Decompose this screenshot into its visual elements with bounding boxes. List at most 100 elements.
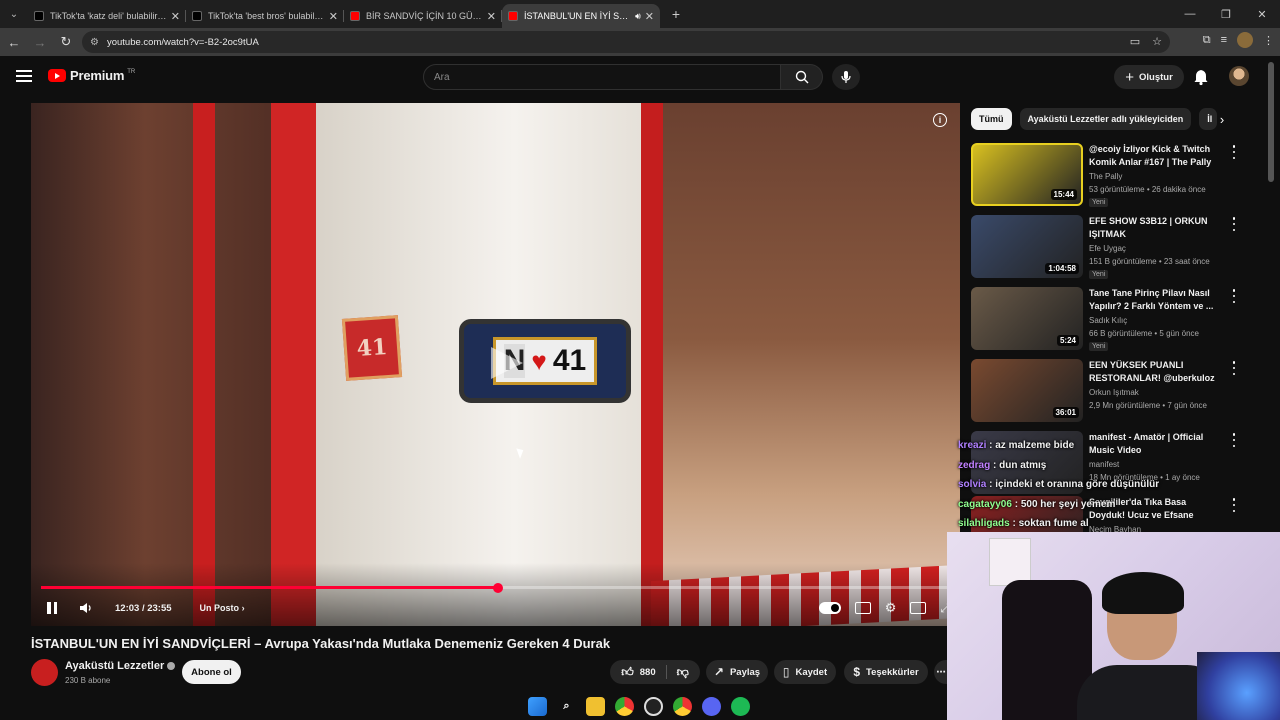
video-thumbnail[interactable]: 15:44 (971, 143, 1083, 206)
obs-icon[interactable] (644, 696, 663, 716)
more-vert-icon[interactable] (1231, 217, 1237, 231)
tab-search-chevron-icon[interactable]: ⌄ (0, 0, 28, 28)
page-scrollbar[interactable] (1268, 62, 1274, 182)
more-vert-icon[interactable] (1231, 498, 1237, 512)
recommended-title[interactable]: @ecoiy İzliyor Kick & Twitch Komik Anlar… (1089, 143, 1224, 168)
new-tab-button[interactable]: + (664, 2, 688, 26)
like-count[interactable]: 880 (640, 667, 656, 678)
video-thumbnail[interactable]: 36:01 (971, 359, 1083, 422)
more-vert-icon[interactable] (1231, 145, 1237, 159)
tab-audio-icon[interactable]: 🔊︎ (635, 11, 641, 22)
youtube-premium-logo[interactable]: Premium TR (48, 68, 135, 83)
recommended-channel[interactable]: Sadık Kılıç (1089, 316, 1127, 325)
search-button[interactable] (781, 64, 823, 90)
close-tab-icon[interactable]: ✕ (487, 10, 496, 23)
recommended-title[interactable]: Tane Tane Pirinç Pilavı Nasıl Yapılır? 2… (1089, 287, 1224, 312)
progress-bar[interactable] (41, 582, 950, 593)
recommended-video[interactable]: 15:44 @ecoiy İzliyor Kick & Twitch Komik … (971, 143, 1261, 207)
pause-icon[interactable] (47, 602, 59, 614)
chrome-profile-icon[interactable] (673, 696, 692, 716)
autoplay-toggle[interactable] (818, 602, 841, 614)
recommended-channel[interactable]: Orkun Işıtmak (1089, 388, 1139, 397)
minimize-icon[interactable]: — (1172, 0, 1208, 28)
account-avatar[interactable] (1229, 66, 1249, 86)
video-thumbnail[interactable]: 5:24 (971, 287, 1083, 350)
site-info-icon[interactable]: ⚙ (90, 37, 99, 48)
red-frame (641, 103, 663, 626)
recommended-title[interactable]: EEN YÜKSEK PUANLI RESTORANLAR! @uberkulo… (1089, 359, 1224, 385)
reload-icon[interactable]: ↻ (54, 30, 78, 54)
chat-username: solvia (958, 479, 987, 490)
recommended-title[interactable]: EFE SHOW S3B12 | ORKUN IŞITMAK (1089, 215, 1224, 240)
close-tab-icon[interactable]: ✕ (645, 10, 654, 23)
thumbs-up-icon[interactable]: 👍︎ (621, 665, 634, 680)
spotify-icon[interactable] (731, 696, 750, 716)
channel-avatar[interactable] (31, 659, 58, 686)
subscribe-button[interactable]: Abone ol (182, 660, 241, 684)
like-dislike-group: 👍︎ 880 👎︎ (610, 660, 700, 684)
back-arrow-icon[interactable]: ← (2, 30, 26, 54)
browser-menu-icon[interactable]: ⋮ (1263, 34, 1274, 47)
chat-colon: : (986, 479, 996, 490)
browser-tab[interactable]: TikTok'ta 'best bros' bulabilirsin ✕ (186, 4, 344, 28)
address-bar[interactable]: ⚙ youtube.com/watch?v=-B2-2oc9tUA ▭ ☆ (82, 31, 1170, 53)
file-explorer-icon[interactable] (586, 696, 605, 716)
chat-text: 500 her şeyi yemem (1020, 498, 1116, 510)
browser-tab[interactable]: BİR SANDVİÇ İÇİN 10 GÜN !! ( ✕ (344, 4, 502, 28)
recommended-meta: 151 B görüntüleme • 23 saat önce (1089, 257, 1210, 266)
thanks-button[interactable]: $ Teşekkürler (844, 660, 928, 684)
chrome-icon[interactable] (615, 696, 634, 716)
video-thumbnail[interactable]: 1:04:58 (971, 215, 1083, 278)
bookmark-icon: ▯ (782, 665, 790, 679)
chat-colon: : (986, 440, 996, 451)
volume-icon[interactable] (79, 602, 93, 614)
profile-avatar[interactable] (1237, 32, 1253, 48)
chat-message: silahligads : soktan fume al (958, 514, 1128, 534)
youtube-favicon-icon (508, 11, 518, 21)
recommended-video[interactable]: 1:04:58 EFE SHOW S3B12 | ORKUN IŞITMAK Efe… (971, 215, 1261, 279)
video-player[interactable]: 41 N ♥ 41 i 12:03 / 23:55 Un Posto › ⚙ ⤢ (31, 103, 960, 626)
subtitles-icon[interactable] (854, 602, 871, 614)
chapter-button[interactable]: Un Posto › (200, 603, 245, 613)
extensions-icon[interactable]: ⧉ (1203, 34, 1211, 47)
filter-chip[interactable]: Tümü (971, 108, 1012, 130)
more-vert-icon[interactable] (1231, 289, 1237, 303)
media-controls-icon[interactable]: ≡ (1221, 34, 1227, 46)
browser-tab[interactable]: İSTANBUL'UN EN İYİ SANDV 🔊︎ ✕ (502, 4, 660, 28)
windows-taskbar: ⌕ (0, 692, 947, 720)
progress-scrubber[interactable] (493, 582, 504, 593)
thumbs-down-icon[interactable]: 👎︎ (677, 665, 689, 680)
create-button[interactable]: + Oluştur (1114, 65, 1184, 89)
share-button[interactable]: ↗ Paylaş (706, 660, 768, 684)
chevron-right-icon[interactable]: › (1214, 111, 1230, 127)
taskbar-search-icon[interactable]: ⌕ (557, 697, 576, 716)
close-tab-icon[interactable]: ✕ (171, 10, 180, 23)
recommended-channel[interactable]: Efe Uygaç (1089, 244, 1126, 253)
restore-icon[interactable]: ❐ (1208, 0, 1244, 28)
info-icon[interactable]: i (933, 113, 947, 127)
browser-tab[interactable]: TikTok'ta 'katz deli' bulabilirsin ✕ (28, 4, 186, 28)
more-actions-button[interactable]: ⋯ (934, 660, 948, 684)
miniplayer-icon[interactable] (910, 602, 927, 614)
more-vert-icon[interactable] (1231, 361, 1237, 375)
voice-search-button[interactable] (832, 64, 860, 90)
save-button[interactable]: ▯ Kaydet (774, 660, 836, 684)
notifications-bell-icon[interactable] (1192, 68, 1210, 86)
more-vert-icon[interactable] (1231, 433, 1237, 447)
filter-chip[interactable]: Ayaküstü Lezzetler adlı yükleyiciden (1019, 108, 1192, 130)
discord-icon[interactable] (702, 696, 721, 716)
forward-arrow-icon[interactable]: → (28, 30, 52, 54)
country-code: TR (127, 68, 136, 75)
recommended-video[interactable]: 5:24 Tane Tane Pirinç Pilavı Nasıl Yapılı… (971, 287, 1261, 351)
close-tab-icon[interactable]: ✕ (329, 10, 338, 23)
cast-icon[interactable]: ▭ (1130, 35, 1140, 48)
close-window-icon[interactable]: ✕ (1244, 0, 1280, 28)
channel-name-link[interactable]: Ayaküstü Lezzetler (65, 660, 176, 672)
settings-gear-icon[interactable]: ⚙ (885, 600, 897, 616)
menu-hamburger-icon[interactable] (16, 70, 32, 82)
recommended-video[interactable]: 36:01 EEN YÜKSEK PUANLI RESTORANLAR! @ube… (971, 359, 1261, 423)
windows-start-icon[interactable] (528, 696, 547, 716)
recommended-channel[interactable]: The Pally (1089, 172, 1122, 181)
search-input[interactable]: Ara (423, 64, 781, 90)
bookmark-star-icon[interactable]: ☆ (1152, 35, 1162, 48)
